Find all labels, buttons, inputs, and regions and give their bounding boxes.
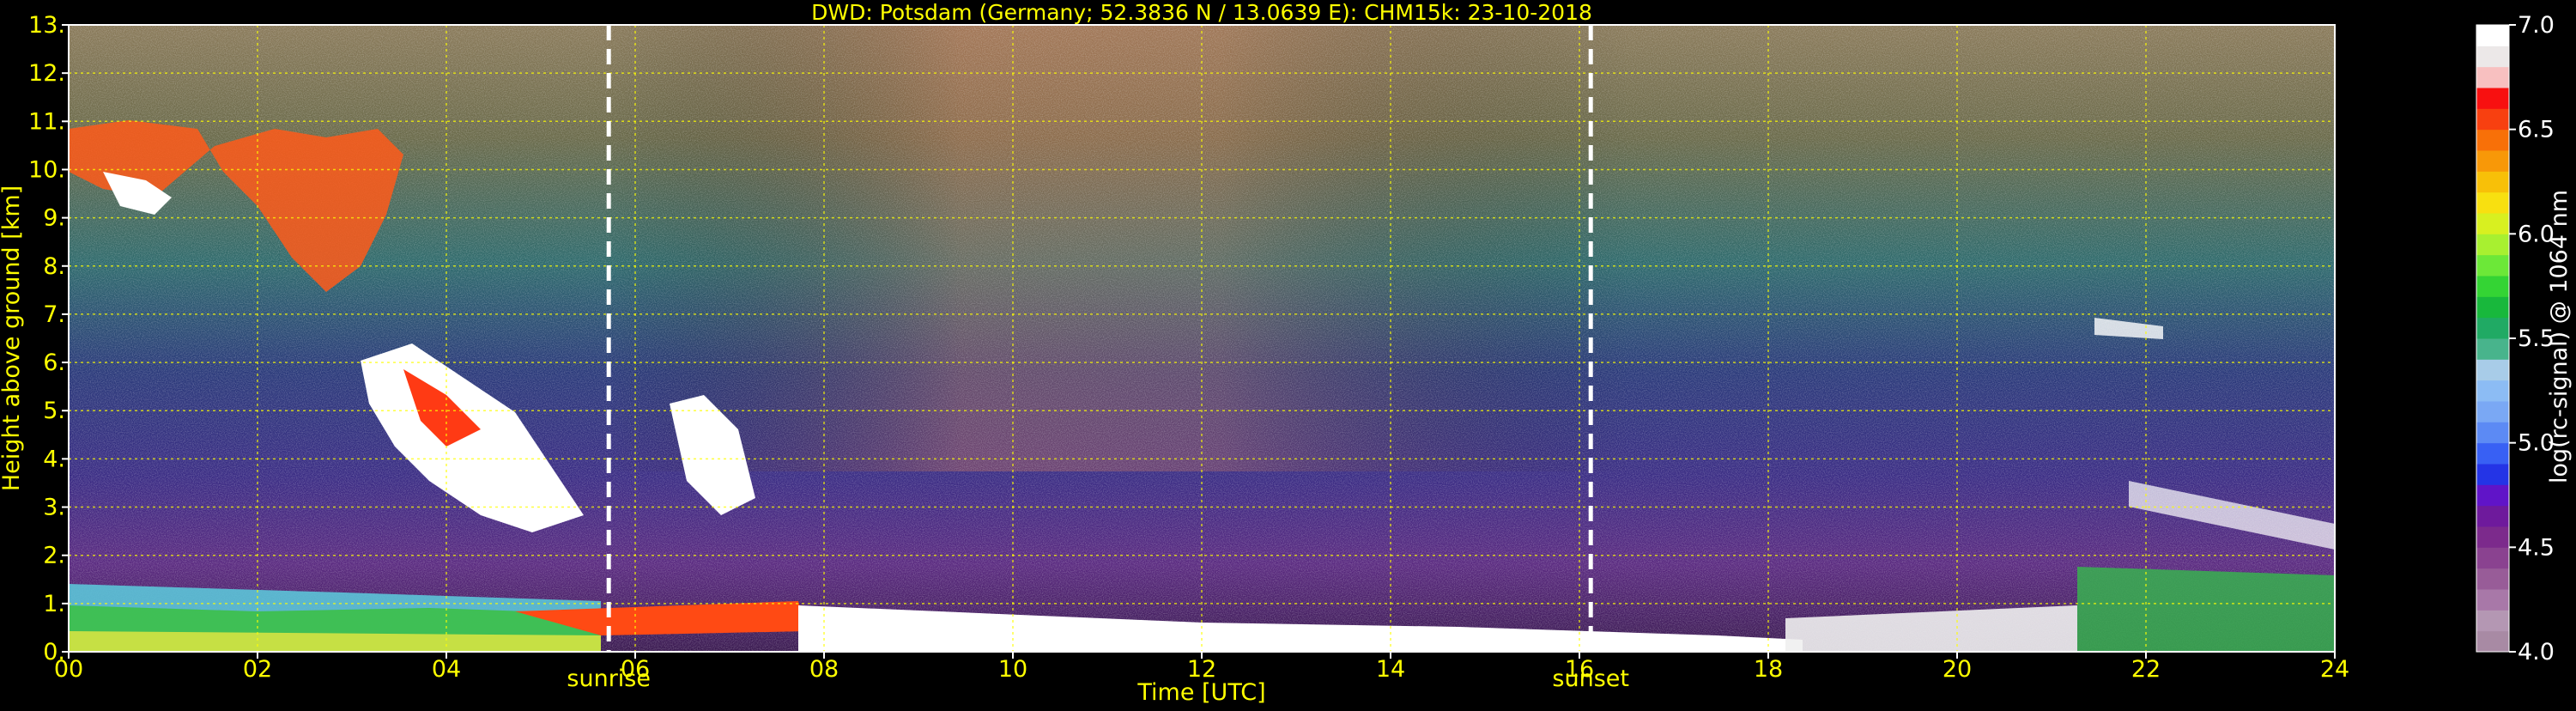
colorbar-segment	[2476, 338, 2509, 360]
annotation-label: sunrise	[567, 665, 651, 692]
y-axis-label: Height above ground [km]	[0, 185, 25, 491]
y-tick-label: 10.	[28, 156, 65, 183]
y-tick-label: 9.	[43, 205, 65, 232]
colorbar-segment	[2476, 88, 2509, 109]
y-tick-label: 4.	[43, 446, 65, 472]
colorbar-segment	[2476, 46, 2509, 68]
colorbar-segment	[2476, 589, 2509, 611]
colorbar-segment	[2476, 505, 2509, 527]
y-tick-label: 0.	[43, 639, 65, 665]
colorbar-segment	[2476, 442, 2509, 465]
colorbar-segment	[2476, 150, 2509, 172]
y-tick-label: 8.	[43, 253, 65, 280]
colorbar-tick-label: 4.0	[2518, 639, 2555, 665]
colorbar-segment	[2476, 254, 2509, 276]
colorbar-tick-label: 7.0	[2518, 12, 2555, 39]
colorbar-segment	[2476, 526, 2509, 548]
x-tick-label: 24	[2320, 656, 2349, 683]
colorbar-segment	[2476, 630, 2509, 653]
colorbar-tick-label: 4.5	[2518, 534, 2555, 561]
colorbar-segment	[2476, 359, 2509, 381]
colorbar-segment	[2476, 296, 2509, 319]
colorbar: 4.04.55.05.56.06.57.0	[2476, 12, 2555, 665]
x-tick-label: 02	[243, 656, 272, 683]
colorbar-segment	[2476, 25, 2509, 46]
y-tick-label: 2.	[43, 543, 65, 569]
colorbar-segment	[2476, 234, 2509, 256]
x-tick-label: 14	[1376, 656, 1405, 683]
x-tick-label: 22	[2131, 656, 2161, 683]
evening-boundary-layer	[2077, 567, 2335, 652]
colorbar-segment	[2476, 66, 2509, 88]
y-tick-label: 7.	[43, 301, 65, 328]
colorbar-segment	[2476, 380, 2509, 402]
chart-svg: 00 02 04 06 08 10 12 14 16 18 20 22 240.1.2.3.4.5.6.…	[0, 0, 2573, 706]
colorbar-segment	[2476, 464, 2509, 485]
x-tick-label: 10	[998, 656, 1027, 683]
lidar-figure: 00 02 04 06 08 10 12 14 16 18 20 22 24 0. 1. 2. 3. 4. 5. 6.…	[0, 0, 2576, 708]
colorbar-segment	[2476, 317, 2509, 339]
x-tick-label: 08	[809, 656, 839, 683]
colorbar-segment	[2476, 191, 2509, 214]
annotation-label: sunset	[1552, 665, 1629, 692]
colorbar-tick-label: 6.5	[2518, 117, 2555, 143]
colorbar-segment	[2476, 484, 2509, 507]
colorbar-segment	[2476, 129, 2509, 151]
colorbar-segment	[2476, 610, 2509, 632]
y-tick-label: 5.	[43, 398, 65, 424]
x-tick-label: 20	[1943, 656, 1972, 683]
colorbar-segment	[2476, 568, 2509, 590]
y-tick-label: 3.	[43, 495, 65, 521]
colorbar-segment	[2476, 108, 2509, 131]
colorbar-segment	[2476, 547, 2509, 569]
x-axis-label: Time [UTC]	[1136, 679, 1265, 706]
colorbar-segment	[2476, 213, 2509, 234]
colorbar-label: log(rc-signal) @ 1064 nm	[2546, 190, 2573, 483]
y-tick-label: 1.	[43, 591, 65, 617]
x-tick-label: 18	[1754, 656, 1783, 683]
x-tick-label: 04	[432, 656, 461, 683]
y-tick-label: 6.	[43, 349, 65, 376]
colorbar-segment	[2476, 276, 2509, 297]
colorbar-segment	[2476, 171, 2509, 193]
colorbar-segment	[2476, 422, 2509, 444]
colorbar-segment	[2476, 401, 2509, 422]
y-tick-label: 12.	[28, 60, 65, 87]
y-tick-label: 11.	[28, 108, 65, 135]
chart-title: DWD: Potsdam (Germany; 52.3836 N / 13.06…	[811, 0, 1592, 25]
y-tick-label: 13.	[28, 12, 65, 39]
